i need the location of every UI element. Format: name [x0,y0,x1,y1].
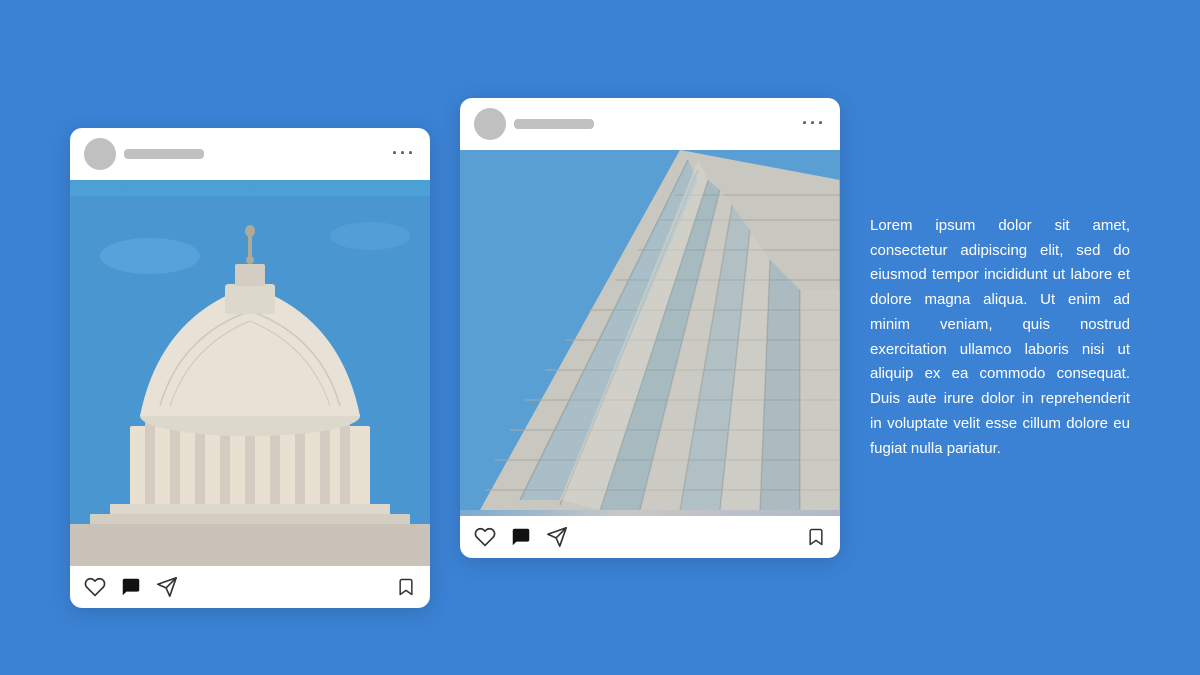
card1-avatar [84,138,116,170]
instagram-card-1: ··· [70,128,430,608]
card2-like-button[interactable] [474,526,496,548]
card1-footer [70,566,430,608]
card2-more-button[interactable]: ··· [802,113,826,134]
card1-bookmark-button[interactable] [396,576,416,598]
card1-image [70,180,430,566]
text-panel: Lorem ipsum dolor sit amet, consectetur … [870,204,1130,472]
card1-username [124,149,204,159]
main-container: ··· [0,0,1200,675]
card2-header-left [474,108,594,140]
card2-header: ··· [460,98,840,150]
card2-avatar [474,108,506,140]
card1-like-button[interactable] [84,576,106,598]
card2-image [460,150,840,516]
card2-share-button[interactable] [546,526,568,548]
building-svg [460,150,840,510]
card1-header-left [84,138,204,170]
card1-comment-button[interactable] [120,576,142,598]
card1-header: ··· [70,128,430,180]
lorem-ipsum-text: Lorem ipsum dolor sit amet, consectetur … [870,214,1130,462]
card1-footer-left [84,576,178,598]
card1-more-button[interactable]: ··· [392,143,416,164]
card1-share-button[interactable] [156,576,178,598]
card2-bookmark-button[interactable] [806,526,826,548]
instagram-card-2: ··· [460,98,840,558]
card2-footer [460,516,840,558]
card2-username [514,119,594,129]
capitol-svg [70,196,430,566]
card2-comment-button[interactable] [510,526,532,548]
card2-footer-left [474,526,568,548]
